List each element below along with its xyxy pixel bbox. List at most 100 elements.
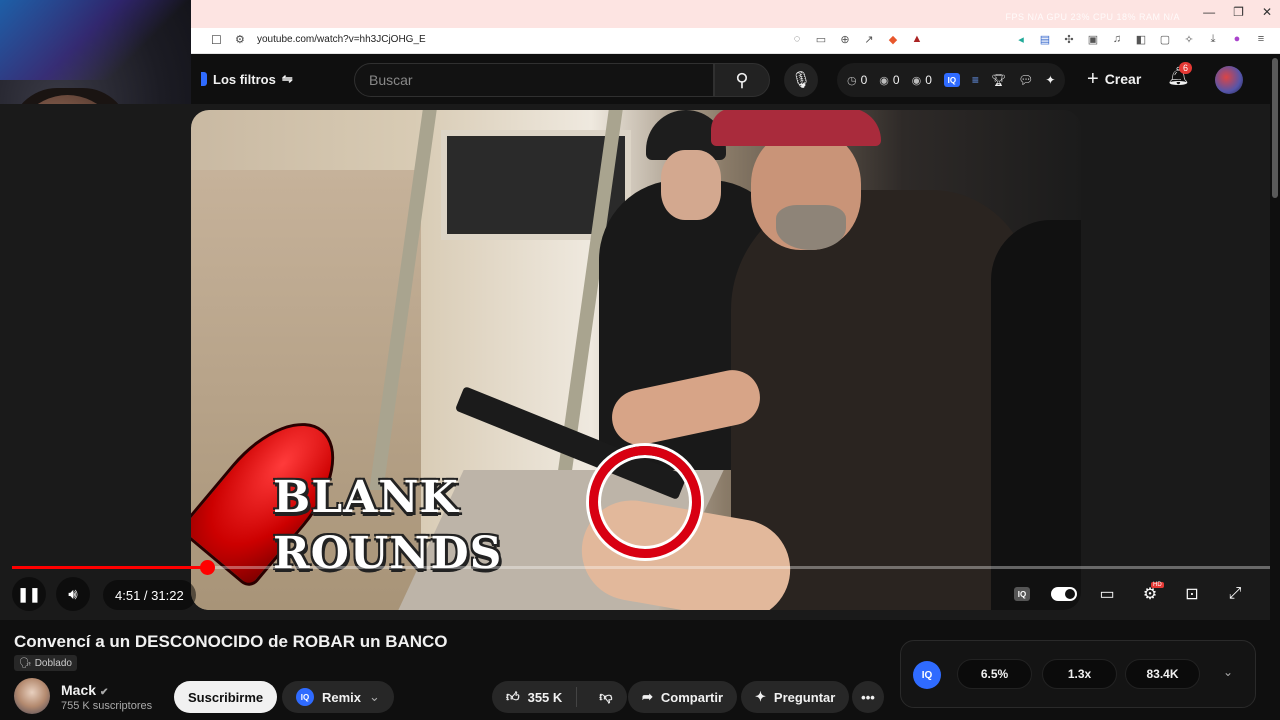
list-icon[interactable]: ≡: [972, 73, 979, 87]
cast-icon[interactable]: ▭: [814, 33, 828, 46]
site-info-icon[interactable]: ⚙: [235, 33, 245, 46]
eye-off-icon[interactable]: ◌: [790, 33, 804, 46]
share-button[interactable]: ➦ Compartir: [628, 681, 738, 713]
subscribe-button[interactable]: Suscribirme: [174, 681, 278, 713]
autoplay-toggle[interactable]: [1050, 582, 1078, 606]
stat-timer: ◷ 0: [847, 73, 868, 87]
eye-icon: ◉: [879, 74, 889, 87]
account-avatar[interactable]: [1215, 66, 1243, 94]
more-icon: •••: [861, 689, 875, 705]
menu-icon[interactable]: ≡: [1254, 33, 1268, 46]
translate-icon[interactable]: ▤: [1038, 33, 1052, 46]
iq-logo-icon[interactable]: IQ: [943, 73, 960, 87]
iq-logo-icon[interactable]: IQ: [913, 661, 941, 689]
tab-search-icon[interactable]: ▣: [1086, 33, 1100, 46]
dislike-button[interactable]: 👎︎: [585, 689, 626, 705]
verified-icon: ✔: [100, 687, 109, 698]
stat-views: ◉ 0: [879, 73, 900, 87]
video-frame[interactable]: BLANK ROUNDS: [191, 110, 1081, 610]
iq-icon: IQ: [1014, 587, 1030, 601]
fullscreen-button[interactable]: ⤢: [1222, 582, 1248, 606]
search-button[interactable]: ⚲: [714, 63, 770, 97]
sparkle-icon: ✦: [755, 689, 766, 704]
url-field[interactable]: youtube.com/watch?v=hh3JCjOHG_E: [257, 34, 426, 45]
minimize-icon[interactable]: —: [1203, 5, 1215, 19]
like-button[interactable]: 👍︎ 355 K: [492, 687, 578, 707]
trophy-icon[interactable]: 🏆︎: [991, 73, 1006, 87]
theater-mode-button[interactable]: ⊡: [1179, 582, 1205, 606]
puzzle-icon[interactable]: ✣: [1062, 33, 1076, 46]
reading-list-icon[interactable]: ♫: [1110, 33, 1124, 46]
chat-icon[interactable]: 💬︎: [1018, 73, 1033, 87]
address-bar: ☐ ⚙ youtube.com/watch?v=hh3JCjOHG_E ◌ ▭ …: [191, 28, 1280, 54]
scene-face-left: [661, 150, 721, 220]
pause-icon: ❚❚: [17, 585, 41, 602]
pause-button[interactable]: ❚❚: [12, 577, 46, 611]
create-button[interactable]: + Crear: [1075, 64, 1153, 94]
thumbs-down-icon: 👎︎: [599, 689, 613, 704]
sidebar-icon[interactable]: ◧: [1134, 33, 1148, 46]
dubbed-label: Doblado: [34, 657, 72, 669]
page-scrollbar[interactable]: [1270, 54, 1280, 720]
window-controls: — ❐ ✕: [1203, 5, 1272, 19]
notifications-button[interactable]: 🔔︎ 6: [1167, 62, 1193, 87]
restore-icon[interactable]: ❐: [1233, 5, 1244, 19]
search-input[interactable]: Buscar: [354, 63, 714, 97]
stat-chip-ratio: 1.3x: [1042, 659, 1117, 689]
create-label: Crear: [1104, 71, 1142, 87]
scene-red-cap: [711, 110, 881, 146]
eye-icon: ◉: [911, 74, 922, 87]
stat-chip-count: 83.4K: [1125, 659, 1200, 689]
scene-person-right: [991, 220, 1081, 610]
like-dislike-group: 👍︎ 355 K 👎︎: [492, 681, 627, 713]
stat-chip-percent: 6.5%: [957, 659, 1032, 689]
browser-tab-strip: FPS N/A GPU 23% CPU 18% RAM N/A — ❐ ✕: [191, 0, 1280, 28]
channel-name[interactable]: Mack ✔: [61, 682, 108, 698]
sparkle-icon[interactable]: ✦: [1045, 73, 1055, 87]
iq-player-button[interactable]: IQ: [1009, 582, 1035, 606]
zoom-icon[interactable]: ⊕: [838, 33, 852, 46]
extension-stats-pill[interactable]: ◷ 0 ◉ 0 ◉ 0 IQ ≡ 🏆︎ 💬︎ ✦: [837, 63, 1066, 97]
hd-badge: HD: [1151, 582, 1164, 588]
theater-icon: ⊡: [1185, 586, 1199, 603]
overlay-stats: FPS N/A GPU 23% CPU 18% RAM N/A: [1005, 12, 1180, 22]
plus-icon: +: [1087, 67, 1099, 90]
dubbed-icon: 🗣︎: [19, 657, 32, 669]
subtitles-button[interactable]: ▭: [1094, 582, 1120, 606]
vpn-icon[interactable]: ●: [1230, 33, 1244, 46]
channel-avatar[interactable]: [14, 678, 50, 714]
scene-beard: [776, 205, 846, 250]
volume-button[interactable]: 🔊︎: [56, 577, 90, 611]
bookmark-icon[interactable]: ☐: [211, 33, 222, 47]
overlay-text-line1: BLANK: [273, 472, 459, 523]
ask-label: Preguntar: [773, 689, 836, 705]
share-icon[interactable]: ↗: [862, 33, 876, 46]
share-label: Compartir: [660, 689, 724, 705]
filters-button[interactable]: Los filtros ⇋: [191, 64, 305, 94]
share-arrow-icon: ➦: [642, 689, 653, 704]
ask-button[interactable]: ✦ Preguntar: [741, 681, 850, 713]
download-icon[interactable]: ⤓: [1206, 33, 1220, 46]
like-count: 355 K: [527, 689, 563, 705]
extension-stats-panel: IQ 6.5% 1.3x 83.4K ⌄: [900, 640, 1256, 708]
scrollbar-thumb[interactable]: [1272, 58, 1278, 198]
filters-label: Los filtros: [213, 71, 276, 87]
progress-bar[interactable]: [12, 560, 1270, 575]
wallet-icon[interactable]: ▢: [1158, 33, 1172, 46]
toggle-icon: [1051, 587, 1077, 601]
sliders-icon: ⇋: [281, 71, 293, 86]
progress-scrubber[interactable]: [200, 560, 215, 575]
notification-badge: 6: [1179, 62, 1193, 74]
leo-icon[interactable]: ✧: [1182, 33, 1196, 46]
close-icon[interactable]: ✕: [1262, 5, 1272, 19]
extension-icon[interactable]: ◂: [1014, 33, 1028, 46]
rewards-icon[interactable]: ▲: [910, 33, 924, 46]
subtitles-icon: ▭: [1099, 586, 1115, 603]
more-actions-button[interactable]: •••: [852, 681, 884, 713]
remix-button[interactable]: IQ Remix ⌄: [282, 681, 394, 713]
channel-name-text: Mack: [61, 682, 97, 698]
brave-shield-icon[interactable]: ◆: [886, 33, 900, 46]
chevron-down-icon[interactable]: ⌄: [1223, 665, 1233, 679]
voice-search-button[interactable]: 🎙︎: [784, 63, 818, 97]
settings-button[interactable]: ⚙ HD: [1137, 582, 1164, 606]
